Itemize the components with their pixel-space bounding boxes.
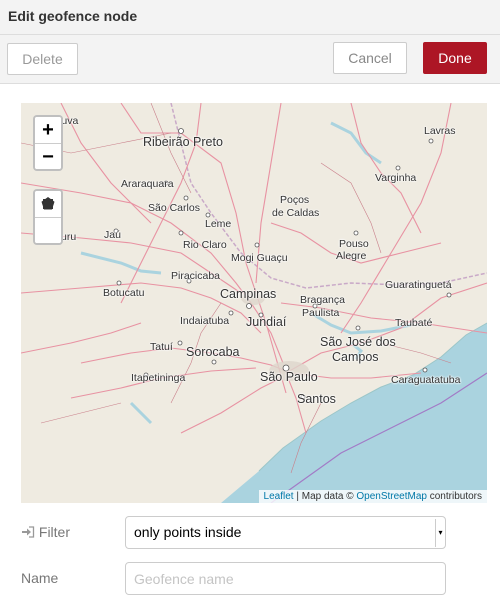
zoom-control: + − <box>33 115 63 171</box>
city-label: Caraguatatuba <box>391 374 461 386</box>
zoom-in-button[interactable]: + <box>35 117 61 143</box>
attribution-text: | Map data © <box>293 491 357 502</box>
city-label: Itapetininga <box>131 372 186 384</box>
filter-select[interactable]: only points inside ▾ <box>125 516 446 549</box>
city-label: Pouso <box>339 238 369 250</box>
city-label: São Paulo <box>260 370 318 384</box>
city-label: Sorocaba <box>186 345 240 359</box>
city-label: Araraquara <box>121 178 174 190</box>
city-label: Lavras <box>424 125 456 137</box>
dialog-title: Edit geofence node <box>8 8 138 24</box>
city-label: Alegre <box>336 250 367 262</box>
name-input[interactable] <box>125 562 446 595</box>
city-label: Varginha <box>375 172 417 184</box>
city-label: Paulista <box>302 307 340 319</box>
zoom-out-button[interactable]: − <box>35 143 61 169</box>
dialog-titlebar: Edit geofence node <box>0 0 500 35</box>
filter-select-value: only points inside <box>134 524 242 540</box>
city-label: Jaú <box>104 229 121 241</box>
leaflet-link[interactable]: Leaflet <box>264 491 294 502</box>
osm-link[interactable]: OpenStreetMap <box>356 491 427 502</box>
city-label: Campos <box>332 350 379 364</box>
city-label: Guaratinguetá <box>385 279 452 291</box>
city-label: Ribeirão Preto <box>143 135 223 149</box>
name-label: Name <box>21 570 59 586</box>
city-label: Botucatu <box>103 287 145 299</box>
city-label: Rio Claro <box>183 239 227 251</box>
delete-button[interactable]: Delete <box>7 43 78 75</box>
filter-label: Filter <box>21 524 70 540</box>
city-label: São José dos <box>320 335 396 349</box>
geofence-map[interactable]: tanduva Ribeirão Preto Lavras Araraquara… <box>21 103 487 503</box>
city-label: Bragança <box>300 294 345 306</box>
map-attribution: Leaflet | Map data © OpenStreetMap contr… <box>258 490 487 503</box>
city-label: Campinas <box>220 287 277 301</box>
map-tiles <box>21 103 487 503</box>
sign-in-icon <box>22 526 35 538</box>
filter-label-text: Filter <box>38 524 71 540</box>
city-label: de Caldas <box>272 207 320 219</box>
draw-toolbar <box>33 189 63 245</box>
dialog-toolbar: Delete Cancel Done <box>0 35 500 84</box>
select-arrow-icon: ▾ <box>435 519 445 547</box>
city-label: Mogi Guaçu <box>231 252 288 264</box>
city-label: Jundiaí <box>246 315 287 329</box>
city-label: Poços <box>280 194 310 206</box>
draw-rectangle-button[interactable] <box>35 199 61 243</box>
rectangle-icon <box>43 199 53 209</box>
city-label: São Carlos <box>148 202 200 214</box>
done-button[interactable]: Done <box>423 42 487 74</box>
city-label: uru <box>61 231 77 243</box>
city-label: Piracicaba <box>171 270 221 282</box>
cancel-button[interactable]: Cancel <box>333 42 407 74</box>
city-label: Taubaté <box>395 317 433 329</box>
city-label: Santos <box>297 392 336 406</box>
attribution-suffix: contributors <box>426 491 482 502</box>
city-label: Leme <box>205 218 232 230</box>
city-label: Indaiatuba <box>180 315 230 327</box>
city-label: Tatuí <box>150 341 173 353</box>
